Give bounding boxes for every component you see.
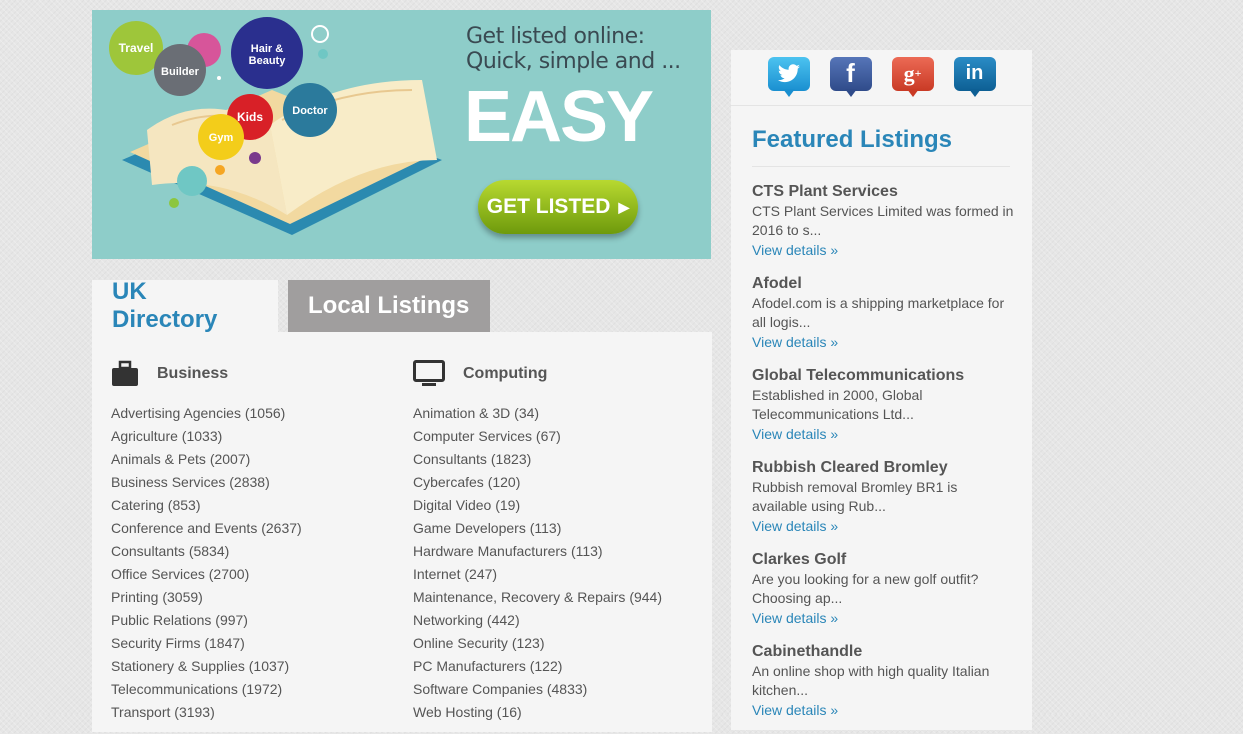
category-link[interactable]: Online Security (123) — [413, 632, 662, 655]
listing-name[interactable]: CTS Plant Services — [752, 182, 1014, 202]
listing-description: Are you looking for a new golf outfit? C… — [752, 571, 979, 606]
play-arrow-icon: ▶ — [618, 198, 630, 215]
featured-list: CTS Plant Services CTS Plant Services Li… — [752, 182, 1014, 734]
featured-listing: Rubbish Cleared Bromley Rubbish removal … — [752, 458, 1014, 536]
listing-description: Rubbish removal Bromley BR1 is available… — [752, 479, 958, 514]
featured-listing: Clarkes Golf Are you looking for a new g… — [752, 550, 1014, 628]
twitter-icon — [767, 56, 810, 91]
banner-easy-text: EASY — [464, 77, 654, 157]
category-link[interactable]: Security Firms (1847) — [111, 632, 302, 655]
facebook-link[interactable]: f — [829, 56, 872, 99]
business-list: Advertising Agencies (1056) Agriculture … — [111, 402, 302, 724]
get-listed-button[interactable]: GET LISTED ▶ — [478, 180, 638, 234]
monitor-icon — [413, 360, 445, 386]
category-link[interactable]: Agriculture (1033) — [111, 425, 302, 448]
category-link[interactable]: Telecommunications (1972) — [111, 678, 302, 701]
get-listed-label: GET LISTED — [486, 195, 611, 218]
category-link[interactable]: Game Developers (113) — [413, 517, 662, 540]
category-link[interactable]: Hardware Manufacturers (113) — [413, 540, 662, 563]
view-details-link[interactable]: View details » — [752, 240, 1014, 260]
category-link[interactable]: Digital Video (19) — [413, 494, 662, 517]
banner-headline: Get listed online: Quick, simple and ... — [466, 24, 681, 74]
featured-listing: Afodel Afodel.com is a shipping marketpl… — [752, 274, 1014, 352]
category-link[interactable]: Catering (853) — [111, 494, 302, 517]
category-link[interactable]: Office Services (2700) — [111, 563, 302, 586]
computing-list: Animation & 3D (34) Computer Services (6… — [413, 402, 662, 724]
category-link[interactable]: Advertising Agencies (1056) — [111, 402, 302, 425]
featured-listing: Global Telecommunications Established in… — [752, 366, 1014, 444]
category-link[interactable]: Networking (442) — [413, 609, 662, 632]
sidebar: f g + in Featured Listings CTS Plant Serv… — [731, 50, 1032, 730]
view-details-link[interactable]: View details » — [752, 424, 1014, 444]
computing-column: Computing Animation & 3D (34) Computer S… — [413, 360, 662, 724]
category-link[interactable]: Cybercafes (120) — [413, 471, 662, 494]
category-link[interactable]: Animation & 3D (34) — [413, 402, 662, 425]
google-plus-icon: g + — [891, 56, 934, 91]
featured-listings-title: Featured Listings — [752, 126, 953, 153]
listing-name[interactable]: Cabinethandle — [752, 642, 1014, 662]
category-link[interactable]: Computer Services (67) — [413, 425, 662, 448]
computing-title: Computing — [463, 365, 548, 382]
svg-text:Hair &: Hair & — [251, 43, 283, 55]
category-link[interactable]: Conference and Events (2637) — [111, 517, 302, 540]
category-link[interactable]: Printing (3059) — [111, 586, 302, 609]
linkedin-link[interactable]: in — [953, 56, 996, 99]
facebook-icon: f — [829, 56, 872, 91]
linkedin-icon: in — [953, 56, 996, 91]
tab-local-listings[interactable]: Local Listings — [288, 280, 490, 332]
divider — [752, 166, 1010, 167]
listing-description: CTS Plant Services Limited was formed in… — [752, 203, 1014, 238]
category-link[interactable]: Software Companies (4833) — [413, 678, 662, 701]
listing-description: Established in 2000, Global Telecommunic… — [752, 387, 923, 422]
category-link[interactable]: Stationery & Supplies (1037) — [111, 655, 302, 678]
directory-panel: Business Advertising Agencies (1056) Agr… — [92, 332, 712, 732]
svg-text:Gym: Gym — [209, 132, 234, 144]
computing-header[interactable]: Computing — [413, 360, 662, 388]
banner-headline-line1: Get listed online: — [466, 24, 645, 49]
category-link[interactable]: Business Services (2838) — [111, 471, 302, 494]
hero-banner[interactable]: Travel Builder Hair & Beauty Kids Doctor… — [92, 10, 711, 259]
view-details-link[interactable]: View details » — [752, 700, 1014, 720]
business-column: Business Advertising Agencies (1056) Agr… — [111, 360, 302, 724]
twitter-link[interactable] — [767, 56, 810, 99]
listing-name[interactable]: Global Telecommunications — [752, 366, 1014, 386]
category-link[interactable]: Consultants (1823) — [413, 448, 662, 471]
category-link[interactable]: Animals & Pets (2007) — [111, 448, 302, 471]
briefcase-icon — [112, 360, 138, 386]
category-link[interactable]: Public Relations (997) — [111, 609, 302, 632]
category-link[interactable]: Consultants (5834) — [111, 540, 302, 563]
listing-description: Afodel.com is a shipping marketplace for… — [752, 295, 1005, 330]
view-details-link[interactable]: View details » — [752, 332, 1014, 352]
svg-text:Travel: Travel — [119, 41, 154, 55]
listing-description: An online shop with high quality Italian… — [752, 663, 990, 698]
business-header[interactable]: Business — [111, 360, 302, 388]
featured-listing: Cabinethandle An online shop with high q… — [752, 642, 1014, 720]
view-details-link[interactable]: View details » — [752, 608, 1014, 628]
svg-text:Kids: Kids — [237, 110, 263, 124]
category-link[interactable]: Internet (247) — [413, 563, 662, 586]
featured-listing: CTS Plant Services CTS Plant Services Li… — [752, 182, 1014, 260]
svg-text:Doctor: Doctor — [292, 105, 328, 117]
tab-uk-directory[interactable]: UK Directory — [92, 278, 278, 333]
svg-text:Beauty: Beauty — [249, 55, 287, 67]
listing-name[interactable]: Clarkes Golf — [752, 550, 1014, 570]
listing-name[interactable]: Rubbish Cleared Bromley — [752, 458, 1014, 478]
view-details-link[interactable]: View details » — [752, 516, 1014, 536]
category-link[interactable]: Web Hosting (16) — [413, 701, 662, 724]
business-title: Business — [157, 365, 229, 382]
social-links: f g + in — [731, 50, 1032, 106]
category-link[interactable]: PC Manufacturers (122) — [413, 655, 662, 678]
svg-text:Builder: Builder — [161, 66, 200, 78]
google-plus-link[interactable]: g + — [891, 56, 934, 99]
category-link[interactable]: Maintenance, Recovery & Repairs (944) — [413, 586, 662, 609]
listing-name[interactable]: Afodel — [752, 274, 1014, 294]
banner-headline-line2: Quick, simple and ... — [466, 49, 681, 74]
category-link[interactable]: Transport (3193) — [111, 701, 302, 724]
